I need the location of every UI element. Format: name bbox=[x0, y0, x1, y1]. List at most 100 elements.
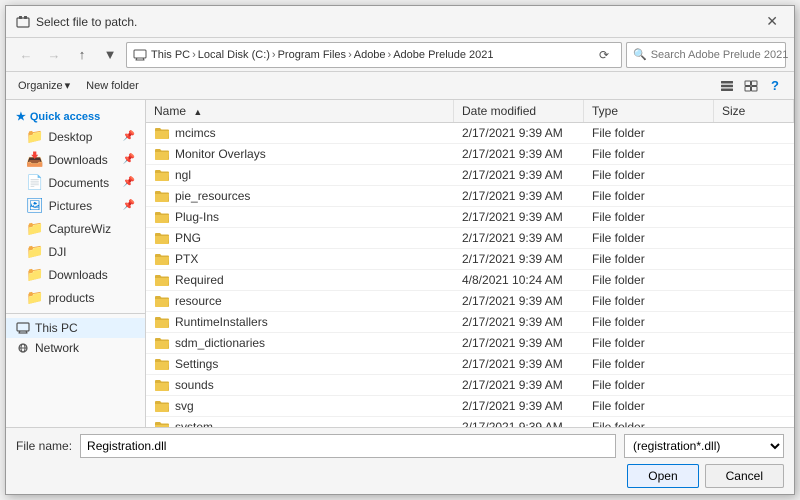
header-size[interactable]: Size bbox=[714, 100, 794, 122]
address-part-prelude[interactable]: Adobe Prelude 2021 bbox=[393, 49, 493, 61]
table-row[interactable]: RuntimeInstallers2/17/2021 9:39 AMFile f… bbox=[146, 312, 794, 333]
pin-icon-doc: 📌 bbox=[123, 177, 135, 188]
downloads2-folder-icon: 📁 bbox=[26, 266, 43, 283]
table-row[interactable]: pie_resources2/17/2021 9:39 AMFile folde… bbox=[146, 186, 794, 207]
recent-locations-button[interactable]: ▼ bbox=[98, 43, 122, 67]
file-name-text: svg bbox=[175, 399, 194, 413]
folder-icon bbox=[154, 315, 170, 329]
sidebar-item-products[interactable]: 📁 products bbox=[6, 286, 145, 309]
view-details-button[interactable] bbox=[740, 75, 762, 97]
address-parts: This PC › Local Disk (C:) › Program File… bbox=[151, 49, 589, 61]
file-cell-size bbox=[714, 165, 794, 185]
address-part-thispc[interactable]: This PC bbox=[151, 49, 190, 61]
filename-input[interactable] bbox=[80, 434, 616, 458]
file-cell-name: pie_resources bbox=[146, 186, 454, 206]
sidebar-item-downloads[interactable]: 📥 Downloads 📌 bbox=[6, 148, 145, 171]
products-folder-icon: 📁 bbox=[26, 289, 43, 306]
back-button[interactable]: ← bbox=[14, 43, 38, 67]
address-part-programfiles[interactable]: Program Files bbox=[278, 49, 346, 61]
table-row[interactable]: Monitor Overlays2/17/2021 9:39 AMFile fo… bbox=[146, 144, 794, 165]
folder-icon bbox=[154, 336, 170, 350]
filename-label: File name: bbox=[16, 439, 72, 453]
table-row[interactable]: mcimcs2/17/2021 9:39 AMFile folder bbox=[146, 123, 794, 144]
header-type[interactable]: Type bbox=[584, 100, 714, 122]
file-name-text: resource bbox=[175, 294, 222, 308]
help-button[interactable]: ? bbox=[764, 75, 786, 97]
folder-icon bbox=[154, 399, 170, 413]
sidebar-item-pictures[interactable]: 🖼 Pictures 📌 bbox=[6, 194, 145, 217]
table-row[interactable]: Required4/8/2021 10:24 AMFile folder bbox=[146, 270, 794, 291]
table-row[interactable]: Settings2/17/2021 9:39 AMFile folder bbox=[146, 354, 794, 375]
new-folder-button[interactable]: New folder bbox=[82, 78, 143, 94]
refresh-button[interactable]: ⟳ bbox=[593, 44, 615, 66]
file-cell-name: system bbox=[146, 417, 454, 427]
table-row[interactable]: sounds2/17/2021 9:39 AMFile folder bbox=[146, 375, 794, 396]
file-list-container[interactable]: Name ▲ Date modified Type Size mcimcs2/1… bbox=[146, 100, 794, 427]
file-cell-modified: 2/17/2021 9:39 AM bbox=[454, 207, 584, 227]
filename-row: File name: (registration*.dll) bbox=[16, 434, 784, 458]
sidebar-item-network[interactable]: Network bbox=[6, 338, 145, 358]
file-cell-size bbox=[714, 333, 794, 353]
sidebar: ★ Quick access 📁 Desktop 📌 📥 Downloads 📌… bbox=[6, 100, 146, 427]
open-button[interactable]: Open bbox=[627, 464, 698, 488]
table-row[interactable]: sdm_dictionaries2/17/2021 9:39 AMFile fo… bbox=[146, 333, 794, 354]
sidebar-item-downloads2[interactable]: 📁 Downloads bbox=[6, 263, 145, 286]
address-bar: This PC › Local Disk (C:) › Program File… bbox=[126, 42, 622, 68]
view-buttons: ? bbox=[716, 75, 786, 97]
file-cell-name: ngl bbox=[146, 165, 454, 185]
file-cell-size bbox=[714, 123, 794, 143]
table-row[interactable]: PTX2/17/2021 9:39 AMFile folder bbox=[146, 249, 794, 270]
sidebar-item-desktop[interactable]: 📁 Desktop 📌 bbox=[6, 125, 145, 148]
file-cell-name: sounds bbox=[146, 375, 454, 395]
computer-icon bbox=[133, 49, 147, 61]
header-modified[interactable]: Date modified bbox=[454, 100, 584, 122]
sidebar-item-capturewiz[interactable]: 📁 CaptureWiz bbox=[6, 217, 145, 240]
sidebar-item-dji[interactable]: 📁 DJI bbox=[6, 240, 145, 263]
filetype-select[interactable]: (registration*.dll) bbox=[624, 434, 784, 458]
folder-icon bbox=[154, 294, 170, 308]
table-row[interactable]: PNG2/17/2021 9:39 AMFile folder bbox=[146, 228, 794, 249]
table-row[interactable]: svg2/17/2021 9:39 AMFile folder bbox=[146, 396, 794, 417]
table-row[interactable]: Plug-Ins2/17/2021 9:39 AMFile folder bbox=[146, 207, 794, 228]
file-cell-type: File folder bbox=[584, 228, 714, 248]
file-name-text: system bbox=[175, 420, 213, 427]
file-name-text: PTX bbox=[175, 252, 198, 266]
quick-access-label: ★ Quick access bbox=[6, 106, 145, 125]
file-cell-type: File folder bbox=[584, 165, 714, 185]
file-cell-size bbox=[714, 396, 794, 416]
file-cell-size bbox=[714, 417, 794, 427]
forward-button[interactable]: → bbox=[42, 43, 66, 67]
file-rows: mcimcs2/17/2021 9:39 AMFile folderMonito… bbox=[146, 123, 794, 427]
file-name-text: pie_resources bbox=[175, 189, 250, 203]
sidebar-item-documents[interactable]: 📄 Documents 📌 bbox=[6, 171, 145, 194]
header-name[interactable]: Name ▲ bbox=[146, 100, 454, 122]
title-bar-left: Select file to patch. bbox=[16, 15, 137, 29]
up-button[interactable]: ↑ bbox=[70, 43, 94, 67]
this-pc-icon bbox=[16, 322, 30, 334]
view-list-button[interactable] bbox=[716, 75, 738, 97]
file-cell-modified: 2/17/2021 9:39 AM bbox=[454, 165, 584, 185]
file-cell-type: File folder bbox=[584, 207, 714, 227]
close-button[interactable]: ✕ bbox=[760, 11, 784, 32]
dialog-title: Select file to patch. bbox=[36, 15, 137, 29]
cancel-button[interactable]: Cancel bbox=[705, 464, 784, 488]
search-input[interactable] bbox=[651, 49, 793, 61]
address-part-c[interactable]: Local Disk (C:) bbox=[198, 49, 270, 61]
table-row[interactable]: system2/17/2021 9:39 AMFile folder bbox=[146, 417, 794, 427]
organize-button[interactable]: Organize ▾ bbox=[14, 77, 74, 94]
file-cell-name: mcimcs bbox=[146, 123, 454, 143]
address-part-adobe[interactable]: Adobe bbox=[354, 49, 386, 61]
file-cell-type: File folder bbox=[584, 270, 714, 290]
file-cell-size bbox=[714, 207, 794, 227]
table-row[interactable]: ngl2/17/2021 9:39 AMFile folder bbox=[146, 165, 794, 186]
file-cell-type: File folder bbox=[584, 333, 714, 353]
file-cell-type: File folder bbox=[584, 396, 714, 416]
search-box: 🔍 bbox=[626, 42, 786, 68]
sidebar-item-this-pc[interactable]: This PC bbox=[6, 318, 145, 338]
file-cell-modified: 2/17/2021 9:39 AM bbox=[454, 417, 584, 427]
file-cell-size bbox=[714, 228, 794, 248]
file-name-text: RuntimeInstallers bbox=[175, 315, 268, 329]
table-row[interactable]: resource2/17/2021 9:39 AMFile folder bbox=[146, 291, 794, 312]
file-cell-type: File folder bbox=[584, 375, 714, 395]
title-bar: Select file to patch. ✕ bbox=[6, 6, 794, 38]
